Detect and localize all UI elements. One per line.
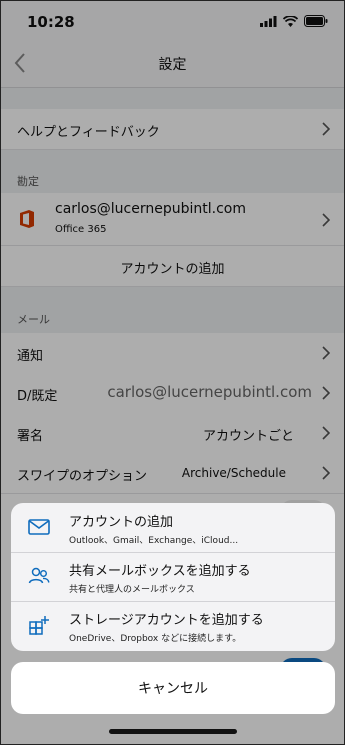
add-account-option-subtitle: Outlook、Gmail、Exchange、iCloud...	[69, 536, 239, 546]
add-storage-account-option-title: ストレージアカウントを追加する	[69, 613, 264, 628]
add-shared-mailbox-option-title: 共有メールボックスを追加する	[69, 564, 251, 579]
people-icon	[28, 567, 50, 584]
add-shared-mailbox-option-subtitle: 共有と代理人のメールボックス	[69, 585, 195, 595]
add-shared-mailbox-option[interactable]: 共有メールボックスを追加する 共有と代理人のメールボックス	[11, 552, 335, 602]
storage-grid-icon	[29, 616, 49, 635]
phone-screen: 10:28 設定 ヘルプとフィードバック 勘定 carlos@lucernepu…	[0, 0, 345, 745]
add-account-option[interactable]: アカウントの追加 Outlook、Gmail、Exchange、iCloud..…	[11, 503, 335, 553]
add-storage-account-option-subtitle: OneDrive、Dropbox などに接続します。	[69, 634, 242, 644]
home-indicator	[109, 729, 237, 734]
mail-icon	[28, 519, 50, 535]
action-sheet: アカウントの追加 Outlook、Gmail、Exchange、iCloud..…	[11, 503, 335, 651]
add-storage-account-option[interactable]: ストレージアカウントを追加する OneDrive、Dropbox などに接続しま…	[11, 601, 335, 650]
add-account-option-title: アカウントの追加	[69, 515, 174, 530]
cancel-button[interactable]: キャンセル	[11, 662, 335, 714]
